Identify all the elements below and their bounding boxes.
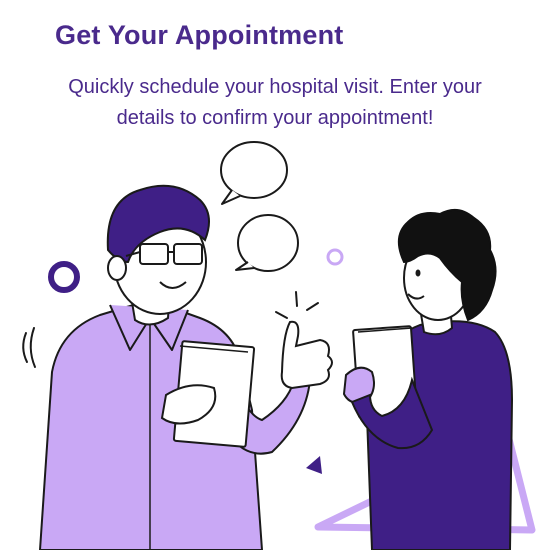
sparkle-lines-icon (275, 291, 319, 319)
motion-lines-icon (22, 327, 36, 368)
triangle-icon (306, 456, 322, 474)
speech-bubble-small-icon (235, 214, 299, 272)
speech-bubble-icon (220, 141, 288, 205)
ring-icon (48, 261, 80, 293)
woman-figure (342, 208, 514, 550)
appointment-page: Get Your Appointment Quickly schedule yo… (0, 0, 550, 550)
small-ring-icon (326, 248, 344, 266)
consultation-illustration (22, 141, 536, 550)
